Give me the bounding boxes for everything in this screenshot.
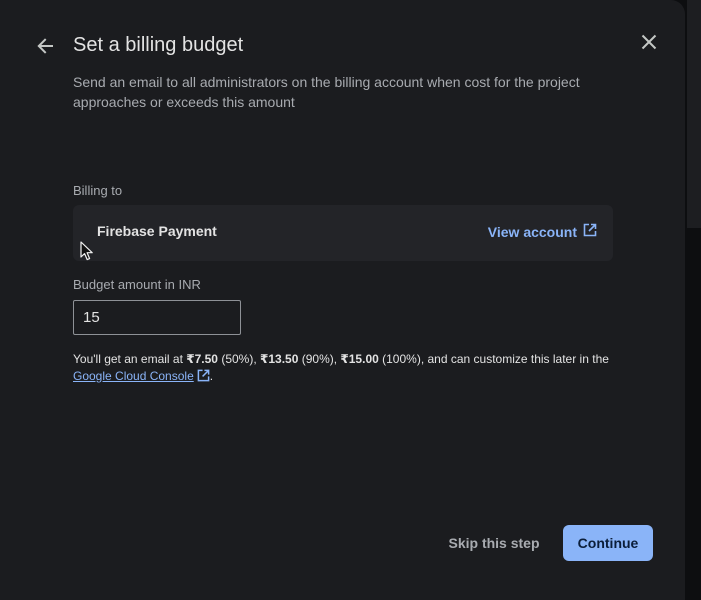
email-threshold-info: You'll get an email at ₹7.50 (50%), ₹13.…: [73, 351, 633, 387]
billing-budget-dialog: Set a billing budget Send an email to al…: [0, 0, 685, 600]
page-scrollbar-thumb[interactable]: [687, 0, 701, 228]
info-prefix: You'll get an email at: [73, 352, 187, 366]
info-suffix: .: [209, 369, 214, 383]
budget-amount-label: Budget amount in INR: [73, 277, 201, 292]
dialog-title: Set a billing budget: [73, 34, 244, 56]
dialog-description: Send an email to all administrators on t…: [73, 74, 580, 110]
close-icon: [640, 33, 658, 56]
google-cloud-console-link[interactable]: Google Cloud Console: [73, 369, 210, 383]
threshold-amount-50: ₹7.50: [186, 352, 218, 366]
view-account-link[interactable]: View account: [488, 223, 597, 240]
threshold-amount-90: ₹13.50: [260, 352, 299, 366]
threshold-pct-100: (100%), and can customize this later in …: [378, 352, 609, 366]
threshold-pct-50: (50%),: [217, 352, 260, 366]
view-account-label: View account: [487, 223, 577, 240]
threshold-pct-90: (90%),: [298, 352, 341, 366]
billing-account-name: Firebase Payment: [97, 223, 217, 239]
google-cloud-console-link-text: Google Cloud Console: [73, 369, 194, 383]
billing-account-card: Firebase Payment View account: [73, 205, 613, 261]
back-button[interactable]: [32, 35, 58, 61]
billing-to-label: Billing to: [73, 183, 123, 198]
external-link-icon: [197, 369, 210, 387]
arrow-left-icon: [35, 36, 55, 61]
skip-step-button[interactable]: Skip this step: [438, 525, 550, 561]
threshold-amount-100: ₹15.00: [340, 352, 379, 366]
mouse-pointer-icon: [80, 241, 94, 266]
external-link-icon: [583, 223, 597, 240]
close-button[interactable]: [636, 31, 662, 57]
continue-button[interactable]: Continue: [563, 525, 653, 561]
budget-amount-input[interactable]: [73, 300, 241, 335]
